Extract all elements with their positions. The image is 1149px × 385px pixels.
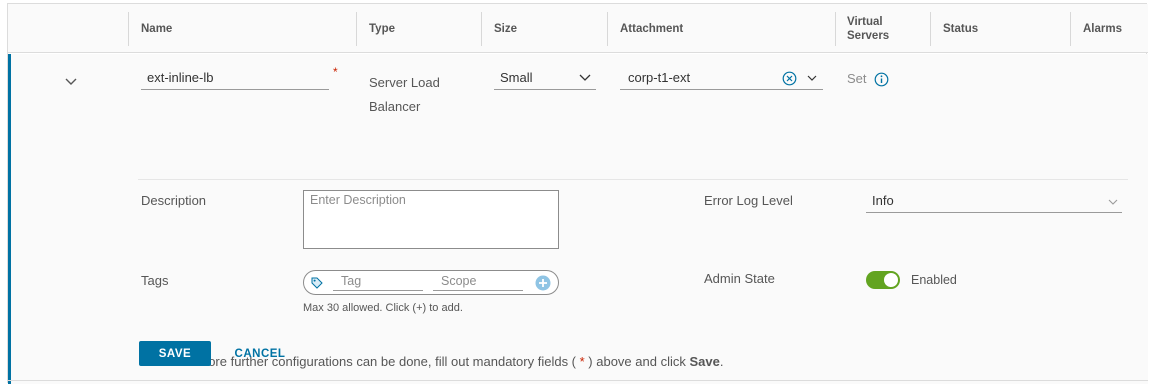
column-header-alarms[interactable]: Alarms: [1083, 4, 1122, 53]
load-balancer-grid: Name Type Size Attachment Virtual Server…: [7, 3, 1148, 384]
tag-icon: [311, 277, 323, 289]
description-placeholder: Enter Description: [310, 193, 406, 207]
admin-state-label: Admin State: [704, 271, 775, 286]
type-value: Server Load Balancer: [369, 71, 440, 119]
admin-state-value: Enabled: [911, 273, 957, 287]
column-separator: [835, 12, 836, 46]
chevron-down-icon: [579, 74, 591, 81]
size-select-value: Small: [500, 70, 533, 85]
chevron-down-icon: [1108, 199, 1118, 205]
tags-hint: Max 30 allowed. Click (+) to add.: [303, 302, 463, 314]
attachment-select[interactable]: corp-t1-ext: [620, 69, 823, 90]
grid-header: Name Type Size Attachment Virtual Server…: [8, 4, 1148, 53]
type-value-line2: Balancer: [369, 99, 421, 114]
grid-bottom-border: [8, 380, 1148, 381]
column-separator: [930, 12, 931, 46]
tags-label: Tags: [141, 273, 169, 288]
save-button[interactable]: SAVE: [139, 341, 211, 366]
column-header-virtual-servers-line2: Servers: [847, 29, 890, 42]
error-log-level-select[interactable]: Info: [866, 192, 1122, 213]
scope-input-placeholder: Scope: [441, 274, 477, 288]
tag-input[interactable]: Tag: [333, 274, 423, 291]
column-header-name[interactable]: Name: [141, 4, 172, 53]
description-label: Description: [141, 193, 207, 208]
required-marker: *: [333, 65, 338, 79]
virtual-servers-set-link[interactable]: Set: [847, 71, 867, 86]
tags-input-group: Tag Scope: [303, 270, 559, 295]
load-balancer-row: ext-inline-lb * Server Load Balancer Sma…: [8, 54, 1148, 384]
chevron-down-icon: [807, 75, 817, 81]
column-separator: [607, 12, 608, 46]
description-textarea[interactable]: Enter Description: [303, 190, 559, 249]
column-header-virtual-servers-line1: Virtual: [847, 15, 883, 28]
admin-state-toggle[interactable]: [866, 271, 900, 289]
toggle-knob: [884, 273, 898, 287]
column-header-virtual-servers[interactable]: Virtual Servers: [847, 4, 889, 53]
error-log-level-value: Info: [872, 193, 894, 208]
error-log-level-label: Error Log Level: [704, 193, 793, 208]
name-input[interactable]: ext-inline-lb: [141, 69, 329, 90]
column-header-status[interactable]: Status: [943, 4, 978, 53]
column-separator: [128, 12, 129, 46]
attachment-select-value: corp-t1-ext: [628, 70, 691, 85]
note-text-2: ) above and click: [584, 354, 690, 369]
column-separator: [1070, 12, 1071, 46]
size-select[interactable]: Small: [494, 69, 596, 90]
clear-icon[interactable]: [782, 71, 797, 86]
name-input-value: ext-inline-lb: [147, 70, 214, 85]
tag-input-placeholder: Tag: [341, 274, 362, 288]
row-divider: [138, 179, 1128, 180]
row-selection-accent: [8, 54, 11, 384]
scope-input[interactable]: Scope: [433, 274, 523, 291]
cancel-button[interactable]: CANCEL: [224, 341, 296, 366]
chevron-down-icon[interactable]: [64, 74, 78, 88]
column-header-attachment[interactable]: Attachment: [620, 4, 683, 53]
note-save-word: Save: [689, 354, 720, 369]
add-tag-icon[interactable]: [535, 275, 551, 291]
type-value-line1: Server Load: [369, 75, 440, 90]
column-header-size[interactable]: Size: [494, 4, 517, 53]
column-header-type[interactable]: Type: [369, 4, 395, 53]
column-separator: [481, 12, 482, 46]
note-end: .: [719, 354, 724, 369]
info-icon[interactable]: [874, 72, 889, 87]
column-separator: [356, 12, 357, 46]
